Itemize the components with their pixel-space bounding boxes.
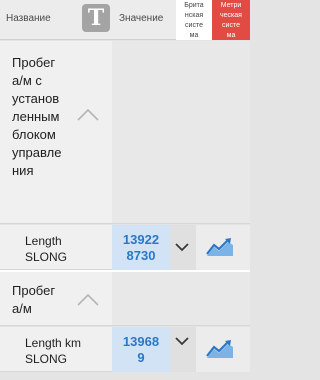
unit-metric-button[interactable]: Метри ческая систе ма — [212, 0, 250, 40]
chevron-up-icon[interactable] — [77, 292, 99, 306]
param-label: Length km SLONG — [25, 335, 81, 367]
param-value-line: 9 — [137, 350, 145, 365]
category-title-line: ленным — [12, 109, 60, 124]
category-title-line: Пробег — [12, 55, 56, 70]
param-value[interactable]: 13922 8730 — [112, 225, 170, 270]
category-title-line: а/м — [12, 301, 32, 316]
param-label-line: Length km — [25, 336, 82, 350]
category-row-right — [112, 272, 250, 326]
category-title-line: а/м с — [12, 73, 42, 88]
unit-metric-line: Метри ческая систе ма — [220, 2, 242, 39]
category-row-left[interactable]: Пробег а/м — [0, 272, 112, 326]
t-icon[interactable]: T — [82, 4, 110, 32]
category-row-right — [112, 41, 250, 224]
graph-icon[interactable] — [196, 327, 250, 372]
param-value-line: 13922 — [122, 232, 160, 247]
param-row: Length SLONG — [0, 225, 112, 270]
category-title: Пробег а/м с установ ленным блоком управ… — [12, 54, 61, 180]
unit-british-line: Брита нская систе ма — [184, 2, 204, 39]
category-title-line: управле — [12, 145, 62, 160]
category-title-line: Пробег — [12, 283, 56, 298]
param-label-line: SLONG — [25, 352, 68, 366]
unit-british-button[interactable]: Брита нская систе ма — [176, 0, 212, 40]
chevron-down-icon[interactable] — [170, 225, 196, 270]
category-row-left[interactable]: Пробег а/м с установ ленным блоком управ… — [0, 41, 112, 224]
chevron-down-icon[interactable] — [170, 327, 196, 372]
category-title-line: установ — [12, 91, 60, 106]
param-label: Length SLONG — [25, 233, 67, 265]
category-title-line: блоком — [12, 127, 56, 142]
graph-icon[interactable] — [196, 225, 250, 270]
param-label-line: Length — [25, 234, 62, 248]
category-title: Пробег а/м — [12, 282, 55, 318]
param-value[interactable]: 13968 9 — [112, 327, 170, 372]
column-header-name: Название — [6, 13, 51, 24]
category-title-line: ния — [12, 163, 34, 178]
column-header-value: Значение — [119, 13, 164, 24]
param-label-line: SLONG — [25, 250, 68, 264]
chevron-up-icon[interactable] — [77, 107, 99, 121]
param-value-line: 13968 — [122, 334, 160, 349]
param-value-line: 8730 — [126, 248, 156, 263]
param-row: Length km SLONG — [0, 327, 112, 372]
header-bar: Название T Значение Брита нская систе ма… — [0, 0, 250, 40]
